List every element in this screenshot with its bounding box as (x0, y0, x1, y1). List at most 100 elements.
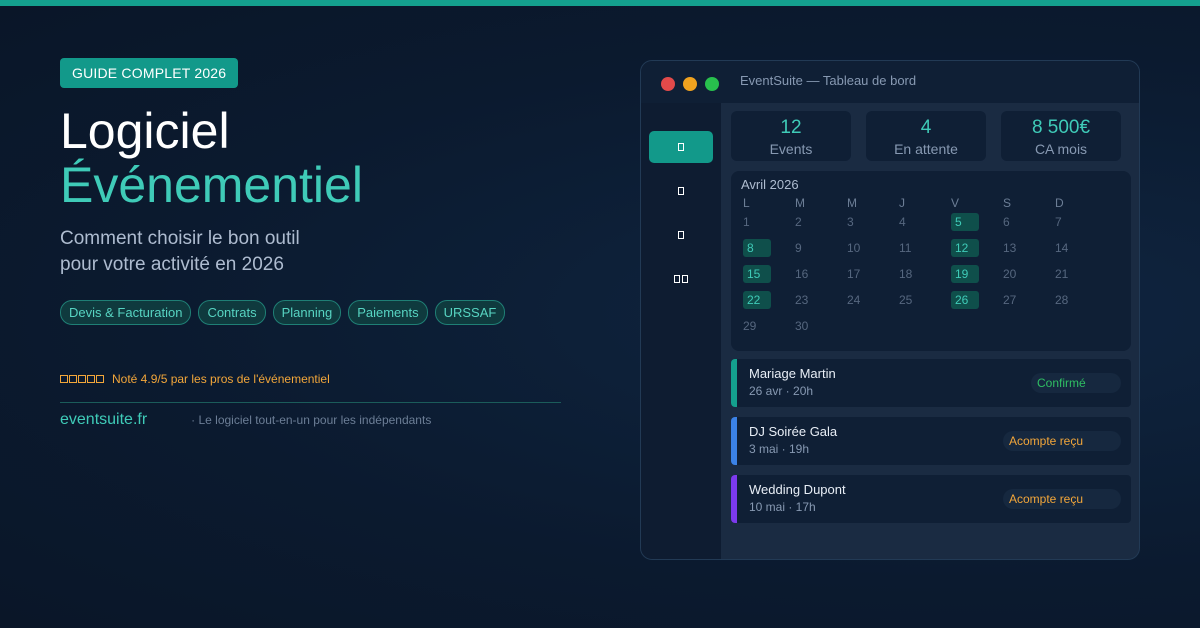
document-icon (678, 231, 684, 239)
calendar-day[interactable]: 30 (793, 317, 821, 335)
star-icon (87, 375, 95, 383)
sidebar (641, 103, 721, 559)
calendar-day[interactable]: 13 (1001, 239, 1029, 257)
calendar-day[interactable]: 18 (897, 265, 925, 283)
status-badge: Acompte reçu (1003, 489, 1121, 509)
event-name: Wedding Dupont (749, 482, 846, 497)
calendar-day[interactable]: 26 (951, 291, 979, 309)
calendar-weekday: J (899, 196, 905, 210)
calendar-day[interactable]: 28 (1053, 291, 1081, 309)
calendar: Avril 2026 L M M J V S D 1 2 3 4 5 6 7 8 9 10 11 12 13 14 15 1… (731, 171, 1131, 351)
subtitle-line-1: Comment choisir le bon outil (60, 228, 300, 249)
divider (60, 402, 561, 403)
calendar-day[interactable]: 15 (743, 265, 771, 283)
event-color-bar (731, 475, 737, 523)
event-time: 3 mai · 19h (749, 442, 810, 456)
event-card[interactable]: Mariage Martin 26 avr · 20h Confirmé (731, 359, 1131, 407)
stat-revenue: 8 500€ CA mois (1001, 111, 1121, 161)
calendar-day[interactable]: 25 (897, 291, 925, 309)
calendar-day[interactable]: 24 (845, 291, 873, 309)
title-line-1: Logiciel (60, 103, 230, 159)
window-title: EventSuite — Tableau de bord (740, 73, 917, 88)
sidebar-item-users[interactable] (649, 263, 713, 295)
calendar-day[interactable]: 12 (951, 239, 979, 257)
event-time: 10 mai · 17h (749, 500, 816, 514)
subtitle: Comment choisir le bon outil pour votre … (60, 226, 400, 278)
tag-urssaf: URSSAF (434, 300, 506, 325)
window-titlebar: EventSuite — Tableau de bord (641, 61, 1139, 103)
calendar-day[interactable]: 3 (845, 213, 873, 231)
calendar-day[interactable]: 27 (1001, 291, 1029, 309)
calendar-weekday: M (847, 196, 857, 210)
calendar-day[interactable]: 7 (1053, 213, 1081, 231)
dashboard-icon (678, 143, 684, 151)
tagline: · Le logiciel tout-en-un pour les indépe… (191, 413, 432, 427)
event-color-bar (731, 417, 737, 465)
calendar-day[interactable]: 17 (845, 265, 873, 283)
calendar-day[interactable]: 2 (793, 213, 821, 231)
calendar-day[interactable]: 14 (1053, 239, 1081, 257)
users-icon (674, 275, 688, 283)
calendar-day[interactable]: 22 (743, 291, 771, 309)
calendar-month: Avril 2026 (741, 177, 799, 192)
stat-label: En attente (894, 141, 958, 157)
calendar-day[interactable]: 1 (741, 213, 769, 231)
rating: Noté 4.9/5 par les pros de l'événementie… (60, 372, 580, 386)
calendar-weekday: S (1003, 196, 1012, 210)
stat-label: CA mois (1034, 141, 1088, 157)
calendar-day[interactable]: 19 (951, 265, 979, 283)
calendar-weekday: M (795, 196, 805, 210)
calendar-day[interactable]: 6 (1001, 213, 1029, 231)
star-rating (60, 375, 104, 383)
event-card[interactable]: Wedding Dupont 10 mai · 17h Acompte reçu (731, 475, 1131, 523)
status-badge: Acompte reçu (1003, 431, 1121, 451)
event-name: Mariage Martin (749, 366, 836, 381)
star-icon (60, 375, 68, 383)
stat-events: 12 Events (731, 111, 851, 161)
calendar-day[interactable]: 21 (1053, 265, 1081, 283)
event-color-bar (731, 359, 737, 407)
calendar-day[interactable]: 8 (743, 239, 771, 257)
calendar-day[interactable]: 11 (897, 239, 925, 257)
rating-text: Noté 4.9/5 par les pros de l'événementie… (112, 372, 330, 386)
sidebar-item-documents[interactable] (649, 219, 713, 251)
tag-planning: Planning (272, 300, 342, 325)
calendar-icon (678, 187, 684, 195)
calendar-day[interactable]: 29 (741, 317, 769, 335)
stat-value: 8 500€ (1031, 117, 1091, 138)
calendar-day[interactable]: 10 (845, 239, 873, 257)
event-card[interactable]: DJ Soirée Gala 3 mai · 19h Acompte reçu (731, 417, 1131, 465)
close-window-icon[interactable] (661, 77, 675, 91)
stat-pending: 4 En attente (866, 111, 986, 161)
calendar-day[interactable]: 20 (1001, 265, 1029, 283)
guide-badge: GUIDE COMPLET 2026 (60, 58, 239, 88)
calendar-weekday: L (743, 196, 750, 210)
calendar-weekday: D (1055, 196, 1064, 210)
event-name: DJ Soirée Gala (749, 424, 838, 439)
tag-paiements: Paiements (348, 300, 428, 325)
status-badge: Confirmé (1031, 373, 1121, 393)
hero: GUIDE COMPLET 2026 Logiciel Événementiel… (60, 58, 580, 429)
sidebar-item-calendar[interactable] (649, 175, 713, 207)
calendar-day[interactable]: 5 (951, 213, 979, 231)
top-accent-bar (0, 0, 1200, 6)
stat-value: 4 (920, 117, 932, 138)
maximize-window-icon[interactable] (705, 77, 719, 91)
site-link[interactable]: eventsuite.fr (60, 411, 147, 429)
calendar-day[interactable]: 9 (793, 239, 821, 257)
star-icon (96, 375, 104, 383)
stat-value: 12 (780, 117, 802, 138)
footer: eventsuite.fr · Le logiciel tout-en-un p… (60, 411, 580, 429)
sidebar-item-dashboard[interactable] (649, 131, 713, 163)
calendar-day[interactable]: 23 (793, 291, 821, 309)
star-icon (78, 375, 86, 383)
minimize-window-icon[interactable] (683, 77, 697, 91)
tag-devis: Devis & Facturation (60, 300, 192, 325)
calendar-day[interactable]: 4 (897, 213, 925, 231)
calendar-weekday: V (951, 196, 960, 210)
title-line-2: Événementiel (60, 157, 363, 213)
star-icon (69, 375, 77, 383)
calendar-day[interactable]: 16 (793, 265, 821, 283)
event-time: 26 avr · 20h (749, 384, 814, 398)
stat-label: Events (769, 141, 813, 157)
